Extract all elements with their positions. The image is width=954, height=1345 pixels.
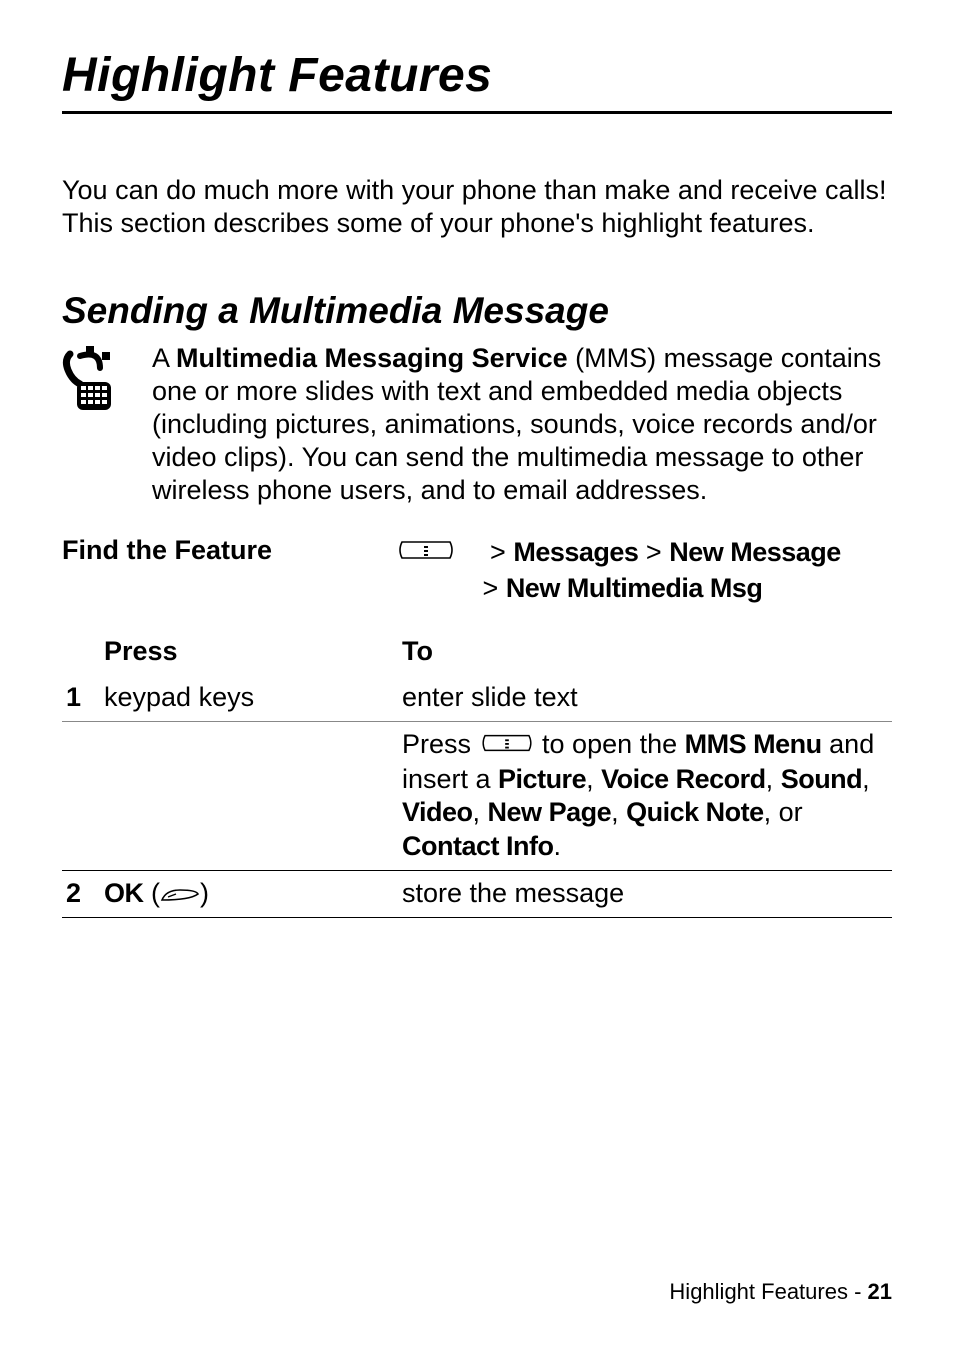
c2: , — [766, 764, 781, 794]
quicknote-opt: Quick Note — [626, 797, 764, 827]
menu-key-icon — [398, 536, 460, 571]
menu-key-icon — [479, 729, 535, 763]
note-or: , or — [764, 797, 803, 827]
step-result: store the message — [398, 870, 892, 917]
press-steps-table: Press To 1 keypad keys enter slide text … — [62, 629, 892, 917]
picture-opt: Picture — [498, 764, 586, 794]
newpage-opt: New Page — [488, 797, 612, 827]
intro-paragraph: You can do much more with your phone tha… — [62, 174, 892, 240]
c4: , — [473, 797, 488, 827]
messages-menu: Messages — [513, 537, 638, 567]
step-press: keypad keys — [100, 675, 398, 721]
gt3: > — [483, 573, 506, 603]
contact-opt: Contact Info — [402, 831, 553, 861]
press-header: Press — [100, 629, 398, 675]
to-header: To — [398, 629, 892, 675]
page-title: Highlight Features — [62, 48, 892, 114]
note-period: . — [553, 831, 561, 861]
page-footer: Highlight Features - 21 — [669, 1279, 892, 1305]
step-number: 2 — [62, 870, 100, 917]
section-body: A Multimedia Messaging Service (MMS) mes… — [62, 342, 892, 507]
note-prefix: Press — [402, 729, 479, 759]
c3: , — [862, 764, 870, 794]
c1: , — [586, 764, 601, 794]
desc-bold: Multimedia Messaging Service — [176, 343, 568, 373]
gt2: > — [638, 537, 669, 567]
sound-opt: Sound — [781, 764, 862, 794]
mms-feature-icon — [62, 342, 152, 507]
section-heading: Sending a Multimedia Message — [62, 290, 892, 332]
mms-menu-label: MMS Menu — [685, 729, 822, 759]
voice-opt: Voice Record — [601, 764, 766, 794]
desc-prefix: A — [152, 343, 176, 373]
step-result: enter slide text — [398, 675, 892, 721]
note-mid: to open the — [535, 729, 685, 759]
new-message-menu: New Message — [669, 537, 841, 567]
footer-page-number: 21 — [868, 1279, 892, 1304]
gt1: > — [490, 537, 513, 567]
find-feature-label: Find the Feature — [62, 535, 398, 606]
ok-label: OK — [104, 878, 144, 908]
table-row: 1 keypad keys enter slide text — [62, 675, 892, 721]
find-feature-row: Find the Feature > Messages > New Messag… — [62, 535, 892, 606]
table-note-row: Press to open the MMS Menu and insert a … — [62, 721, 892, 870]
footer-section: Highlight Features - — [669, 1279, 867, 1304]
new-mms-menu: New Multimedia Msg — [506, 573, 763, 603]
c5: , — [611, 797, 626, 827]
table-row: 2 OK ( ) store the message — [62, 870, 892, 917]
video-opt: Video — [402, 797, 473, 827]
step-number: 1 — [62, 675, 100, 721]
left-softkey-icon: ( ) — [151, 878, 209, 908]
